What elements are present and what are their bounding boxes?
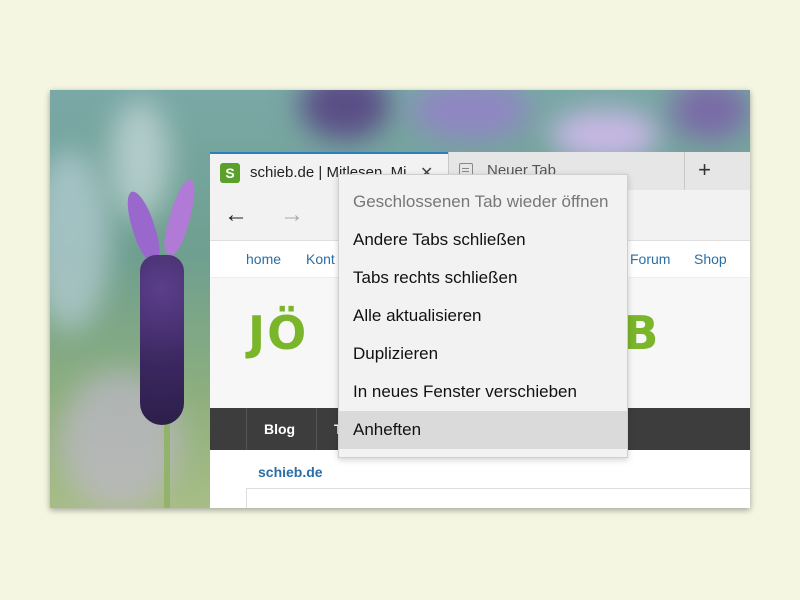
forward-arrow-icon[interactable]: → — [276, 200, 308, 230]
divider — [246, 408, 247, 450]
nav-link-shop[interactable]: Shop — [694, 251, 727, 267]
lavender-stem — [164, 420, 170, 508]
menu-item-reopen-closed-tab[interactable]: Geschlossenen Tab wieder öffnen — [339, 183, 627, 221]
divider — [316, 408, 317, 450]
background-blur — [410, 90, 530, 140]
schieb-favicon-icon: S — [220, 163, 240, 183]
nav-link-kontakt[interactable]: Kont — [306, 251, 335, 267]
menu-item-refresh-all[interactable]: Alle aktualisieren — [339, 297, 627, 335]
nav-link-forum[interactable]: Forum — [630, 251, 670, 267]
menu-item-duplicate[interactable]: Duplizieren — [339, 335, 627, 373]
menu-item-close-tabs-right[interactable]: Tabs rechts schließen — [339, 259, 627, 297]
page-content: schieb.de — [210, 450, 750, 508]
background-blur — [300, 90, 390, 140]
content-box — [246, 488, 750, 508]
background-blur — [50, 150, 110, 330]
new-tab-button[interactable]: + — [684, 152, 724, 190]
nav-link-home[interactable]: home — [246, 251, 281, 267]
main-nav-blog[interactable]: Blog — [264, 421, 295, 437]
menu-item-close-other-tabs[interactable]: Andere Tabs schließen — [339, 221, 627, 259]
breadcrumb[interactable]: schieb.de — [258, 464, 323, 480]
menu-item-move-to-new-window[interactable]: In neues Fenster verschieben — [339, 373, 627, 411]
lavender-flower — [140, 255, 184, 425]
background-blur — [670, 90, 750, 140]
tab-context-menu: Geschlossenen Tab wieder öffnen Andere T… — [338, 174, 628, 458]
menu-item-pin[interactable]: Anheften — [339, 411, 627, 449]
site-logo[interactable]: JÖ — [248, 306, 308, 360]
back-arrow-icon[interactable]: ← — [220, 200, 252, 230]
